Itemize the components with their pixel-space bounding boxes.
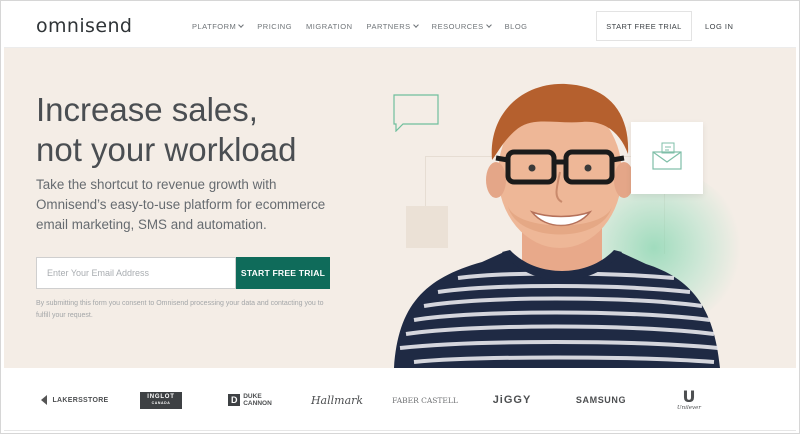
site-header: omnisend PLATFORM PRICING MIGRATION PART…: [4, 4, 796, 48]
hallmark-logo: Hallmark: [310, 393, 364, 407]
nav-item-migration[interactable]: MIGRATION: [306, 22, 352, 31]
nav-item-pricing[interactable]: PRICING: [257, 22, 292, 31]
duke-line-2: CANNON: [243, 400, 272, 407]
nav-item-label: RESOURCES: [431, 21, 484, 31]
chevron-down-icon: [238, 21, 245, 28]
start-free-trial-button[interactable]: START FREE TRIAL: [236, 257, 330, 289]
inglot-subtext: CANADA: [151, 401, 171, 405]
header-start-free-trial-button[interactable]: START FREE TRIAL: [596, 11, 692, 41]
email-input[interactable]: [36, 257, 236, 289]
headline-line-1: Increase sales,: [36, 91, 258, 128]
inglot-box: INGLOT CANADA: [140, 391, 182, 409]
nav-item-label: PRICING: [257, 21, 293, 31]
duke-mark-icon: D: [228, 394, 241, 406]
mail-icon: [650, 141, 684, 176]
faber-castell-logo: FABER CASTELL: [392, 395, 458, 405]
chevron-down-icon: [412, 21, 419, 28]
nav-item-label: BLOG: [504, 21, 528, 31]
headline-line-2: not your workload: [36, 131, 297, 168]
lakers-store-logo: LAKERSSTORE: [38, 368, 110, 432]
lakers-store-text: LAKERSSTORE: [52, 396, 109, 404]
nav-item-label: PLATFORM: [192, 21, 237, 31]
omnisend-logo[interactable]: omnisend: [36, 15, 132, 37]
main-nav: PLATFORM PRICING MIGRATION PARTNERS RESO…: [192, 4, 542, 48]
unilever-mark-icon: U: [682, 387, 696, 406]
samsung-logo: SAMSUNG: [575, 395, 627, 405]
mail-card: [631, 122, 703, 194]
duke-text: DUKE CANNON: [243, 393, 272, 407]
unilever-text: Unilever: [677, 405, 701, 411]
duke-cannon-logo: D DUKE CANNON: [223, 368, 277, 432]
nav-item-partners[interactable]: PARTNERS: [366, 21, 419, 31]
nav-item-label: PARTNERS: [366, 21, 411, 31]
duke-line-1: DUKE: [243, 393, 262, 400]
client-logos: LAKERSSTORE INGLOT CANADA D DUKE CANNON …: [4, 368, 796, 432]
nav-item-resources[interactable]: RESOURCES: [431, 21, 492, 31]
jiggy-logo: JiGGY: [492, 394, 532, 406]
bottom-divider: [4, 430, 796, 431]
signup-form: START FREE TRIAL: [36, 257, 330, 289]
hero-headline: Increase sales, not your workload: [36, 90, 296, 170]
lakers-mark-icon: [41, 395, 48, 405]
hero-person-image: [384, 56, 724, 368]
hero-section: Increase sales, not your workload Take t…: [4, 48, 796, 368]
consent-text: By submitting this form you consent to O…: [36, 300, 324, 319]
nav-item-blog[interactable]: BLOG: [505, 22, 528, 31]
nav-item-label: MIGRATION: [306, 21, 353, 31]
unilever-logo: U Unilever: [674, 368, 704, 432]
hero-subtext: Take the shortcut to revenue growth with…: [36, 177, 326, 232]
inglot-logo: INGLOT CANADA: [140, 368, 182, 432]
nav-item-platform[interactable]: PLATFORM: [192, 21, 245, 31]
chevron-down-icon: [485, 21, 492, 28]
login-link[interactable]: LOG IN: [705, 11, 733, 41]
